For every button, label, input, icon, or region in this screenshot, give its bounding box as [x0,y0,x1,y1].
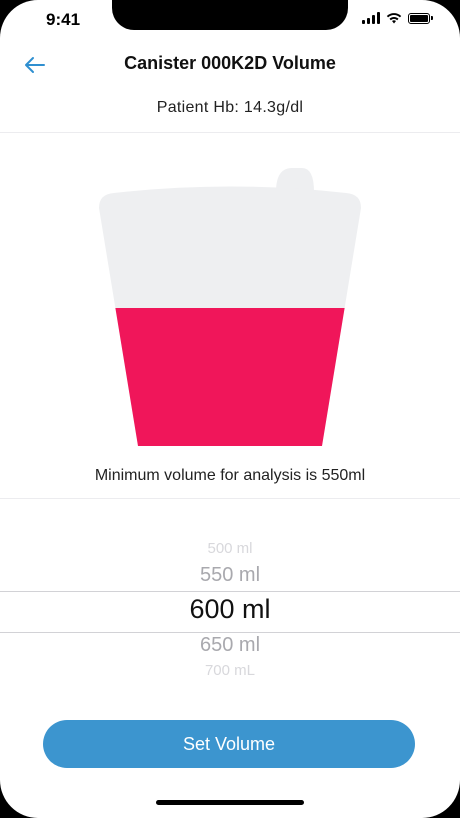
picker-option[interactable]: 650 ml [0,634,460,657]
picker-selection-line [0,591,460,592]
canister-illustration [99,168,361,446]
divider [0,498,460,499]
wifi-icon [386,13,402,24]
page-title: Canister 000K2D Volume [124,53,336,73]
set-volume-button[interactable]: Set Volume [43,720,415,768]
volume-picker[interactable]: 500 ml 550 ml 600 ml 650 ml 700 mL [0,530,460,690]
cellular-signal-icon [362,12,380,24]
canister-fill [115,307,345,446]
picker-option[interactable]: 550 ml [0,564,460,587]
status-icons [362,12,433,24]
minimum-volume-note: Minimum volume for analysis is 550ml [94,467,366,484]
notch [112,0,348,30]
header: Canister 000K2D Volume [0,44,460,84]
divider [0,132,460,133]
picker-option-selected[interactable]: 600 ml [0,594,460,625]
battery-icon [408,12,433,24]
patient-hb: Patient Hb: 14.3g/dl [156,99,304,116]
picker-option[interactable]: 500 ml [0,540,460,557]
phone-screen: 9:41 Canister 000K2D Volume Patient Hb: … [0,0,460,818]
home-indicator [156,800,304,805]
picker-option[interactable]: 700 mL [0,662,460,679]
picker-selection-line [0,632,460,633]
status-time: 9:41 [46,10,81,29]
